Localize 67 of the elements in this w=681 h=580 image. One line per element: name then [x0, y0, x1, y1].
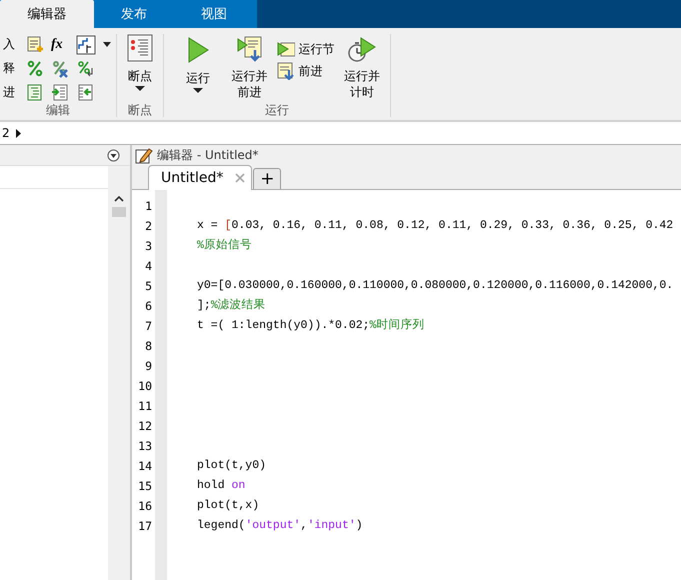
scroll-up-icon[interactable]: [114, 195, 124, 202]
file-tab[interactable]: Untitled*: [148, 165, 252, 190]
run-advance-icon: [236, 36, 262, 62]
toolstrip-label: 释: [3, 60, 16, 77]
play-icon: [186, 36, 210, 64]
line-number: 7: [144, 318, 152, 335]
code-line: x = [0.03, 0.16, 0.11, 0.08, 0.12, 0.11, 0.29, 0.33, 0.36, 0.25, 0.42: [197, 218, 674, 234]
function-button[interactable]: fx: [51, 36, 69, 52]
indent-icon[interactable]: [26, 84, 44, 102]
caret-icon: [135, 86, 145, 91]
pencil-icon: [135, 146, 153, 164]
run-button[interactable]: 运行并计时: [338, 34, 386, 102]
line-number: 12: [137, 418, 152, 435]
ribbon-tab[interactable]: 视图: [174, 0, 254, 28]
line-number: 15: [137, 478, 152, 495]
ribbon-tab[interactable]: 编辑器: [0, 0, 94, 28]
menu-icon[interactable]: [107, 148, 120, 162]
code-line: legend('output','input'): [197, 518, 363, 534]
code-line: ];%滤波结果: [197, 298, 266, 314]
section-label: 断点: [127, 103, 153, 117]
comment-icon[interactable]: [26, 60, 44, 78]
line-number: 16: [137, 498, 152, 515]
ribbon-tab[interactable]: 发布: [94, 0, 174, 28]
breakpoints-button[interactable]: 断点: [119, 34, 161, 91]
code-line: hold on: [197, 478, 246, 494]
path-segment[interactable]: 2: [2, 126, 10, 140]
run-button[interactable]: 运行并前进: [226, 34, 274, 102]
run-section-icon: [277, 40, 296, 58]
new-tab-button[interactable]: +: [253, 168, 282, 189]
code-line: y0=[0.030000,0.160000,0.110000,0.080000,0.120000,0.116000,0.142000,0.: [197, 278, 674, 294]
caret-icon[interactable]: [103, 42, 111, 47]
stopwatch-play-icon: [347, 36, 378, 62]
line-number: 1: [144, 198, 152, 215]
line-number: 11: [137, 398, 152, 415]
code-line: %原始信号: [197, 238, 252, 254]
section-label: 运行: [264, 103, 290, 117]
line-number: 3: [144, 238, 152, 255]
scroll-thumb[interactable]: [112, 207, 126, 217]
run-button[interactable]: 运行节: [277, 40, 334, 58]
breakpoints-icon: [127, 34, 153, 62]
code-line: plot(t,x): [197, 498, 260, 514]
section-label: 编辑: [45, 103, 71, 117]
line-number: 2: [144, 218, 152, 235]
insert-section-icon[interactable]: [26, 36, 44, 54]
line-number: 6: [144, 298, 152, 315]
step-plot-icon[interactable]: [76, 34, 96, 54]
toolstrip-label: 入: [3, 36, 16, 53]
toolstrip-label: 进: [3, 84, 16, 101]
panel-title: 编辑器 - Untitled*: [157, 146, 258, 164]
increase-indent-icon[interactable]: [51, 84, 69, 102]
line-number: 10: [137, 378, 152, 395]
line-number: 8: [144, 338, 152, 355]
line-number: 13: [137, 438, 152, 455]
line-number: 4: [144, 258, 152, 275]
advance-icon: [277, 62, 296, 80]
decrease-indent-icon[interactable]: [76, 84, 94, 102]
wrap-comment-icon[interactable]: [76, 60, 94, 78]
run-button[interactable]: 运行: [174, 34, 222, 95]
line-number: 14: [137, 458, 152, 475]
code-line: plot(t,y0): [197, 458, 266, 474]
chevron-icon[interactable]: [16, 128, 21, 138]
run-button[interactable]: 前进: [277, 62, 334, 80]
uncomment-icon[interactable]: [51, 60, 69, 78]
line-number: 9: [144, 358, 152, 375]
line-number: 5: [144, 278, 152, 295]
line-number: 17: [137, 518, 152, 535]
code-line: t =( 1:length(y0)).*0.02;%时间序列: [197, 317, 424, 334]
